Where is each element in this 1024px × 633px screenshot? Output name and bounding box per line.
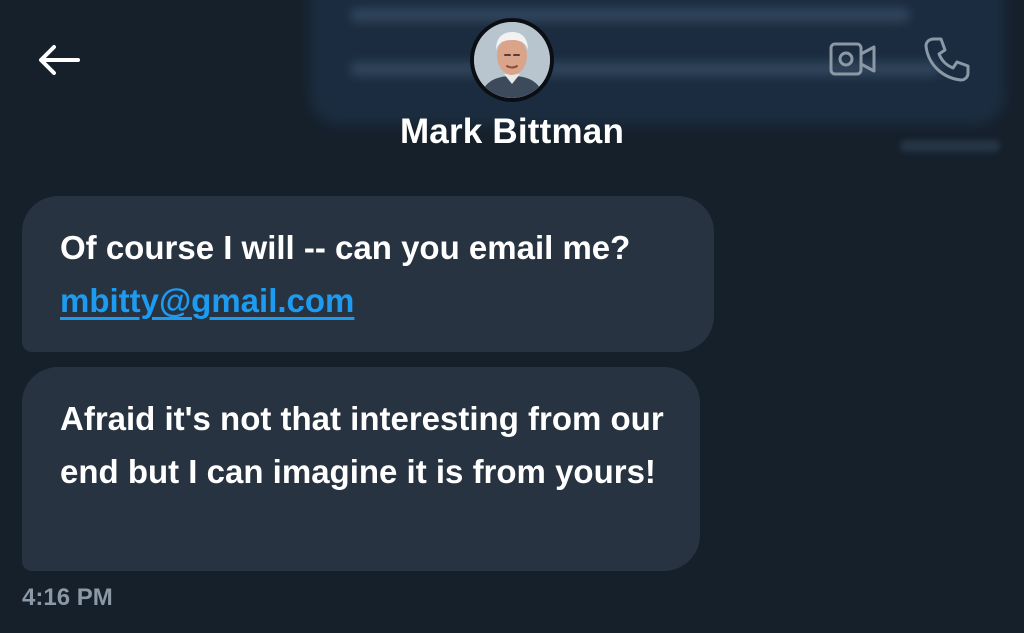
blurred-text-line: [350, 8, 910, 22]
video-camera-icon: [829, 42, 876, 76]
contact-name[interactable]: Mark Bittman: [0, 112, 1024, 152]
message-timestamp: 4:16 PM: [22, 584, 113, 611]
video-call-button[interactable]: [826, 36, 880, 82]
arrow-left-icon: [39, 45, 80, 75]
message-bubble[interactable]: Of course I will -- can you email me? mb…: [22, 196, 714, 352]
dm-conversation-screen: Mark Bittman Of course I will -- can you…: [0, 0, 1024, 633]
back-button[interactable]: [30, 38, 86, 82]
phone-icon: [924, 37, 970, 82]
message-text: Afraid it's not that interesting from ou…: [60, 400, 664, 490]
avatar-portrait-icon: [474, 22, 550, 98]
voice-call-button[interactable]: [918, 32, 976, 86]
email-link[interactable]: mbitty@gmail.com: [60, 282, 354, 319]
message-text: Of course I will -- can you email me?: [60, 229, 631, 266]
avatar[interactable]: [470, 18, 554, 102]
message-bubble[interactable]: Afraid it's not that interesting from ou…: [22, 367, 700, 571]
avatar-photo: [474, 22, 550, 98]
